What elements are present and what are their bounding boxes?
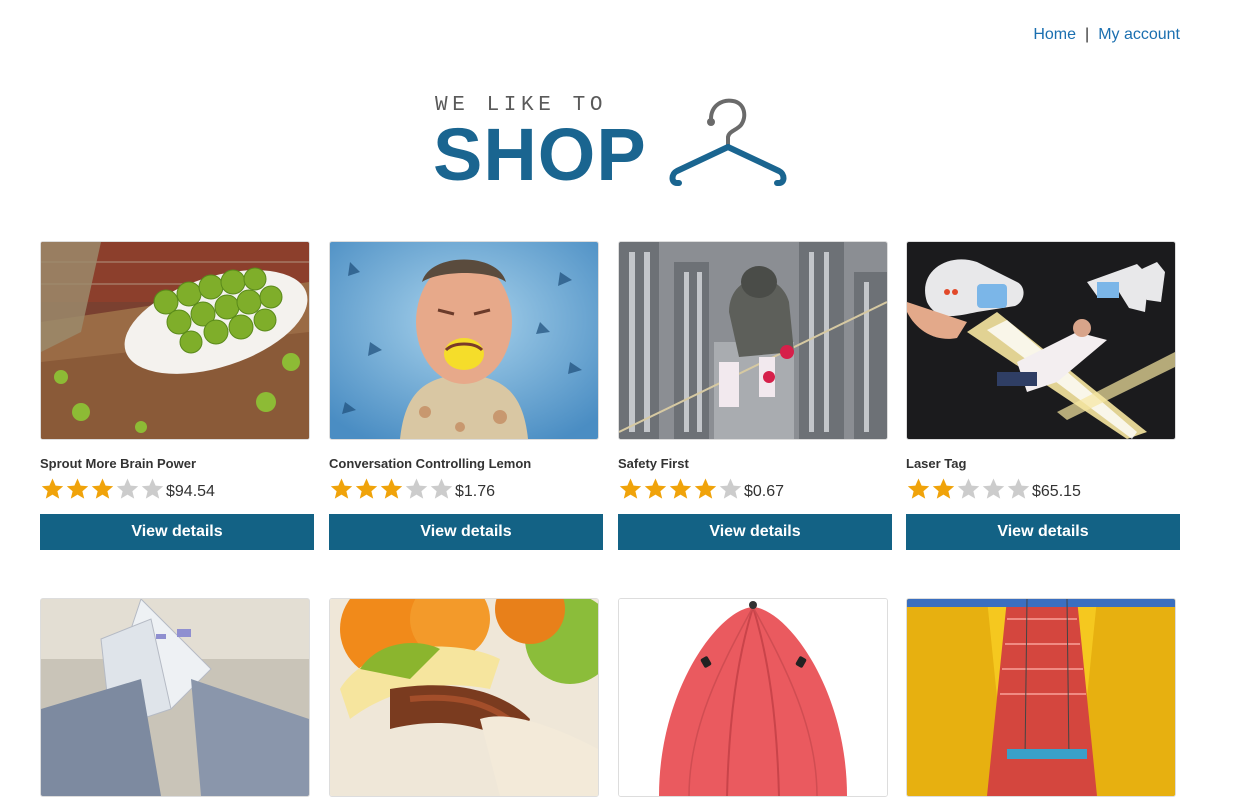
product-title[interactable]: Safety First bbox=[618, 456, 689, 471]
star-empty-icon bbox=[116, 478, 139, 499]
star-filled-icon bbox=[330, 478, 353, 499]
product-image[interactable] bbox=[329, 241, 599, 440]
product-rating: $94.54 bbox=[40, 476, 215, 502]
star-empty-icon bbox=[405, 478, 428, 499]
product-rating: $65.15 bbox=[906, 476, 1081, 502]
product-title[interactable]: Sprout More Brain Power bbox=[40, 456, 196, 471]
product-price: $1.76 bbox=[455, 483, 496, 500]
my-account-link[interactable]: My account bbox=[1098, 26, 1180, 43]
star-filled-icon bbox=[694, 478, 717, 499]
view-details-button[interactable]: View details bbox=[40, 514, 314, 550]
home-link[interactable]: Home bbox=[1033, 26, 1076, 43]
product-image[interactable] bbox=[40, 598, 310, 797]
star-filled-icon bbox=[66, 478, 89, 499]
site-logo[interactable]: WE LIKE TO SHOP bbox=[433, 92, 793, 192]
product-image[interactable] bbox=[906, 598, 1176, 797]
logo-wordmark: SHOP bbox=[433, 113, 647, 196]
product-image[interactable] bbox=[40, 241, 310, 440]
product-image[interactable] bbox=[618, 598, 888, 797]
nav-separator: | bbox=[1085, 26, 1090, 43]
top-nav: Home | My account bbox=[1033, 26, 1180, 44]
product-rating: $0.67 bbox=[618, 476, 784, 502]
view-details-button[interactable]: View details bbox=[906, 514, 1180, 550]
view-details-button[interactable]: View details bbox=[618, 514, 892, 550]
product-title[interactable]: Conversation Controlling Lemon bbox=[329, 456, 531, 471]
product-image[interactable] bbox=[329, 598, 599, 797]
product-card bbox=[906, 598, 1180, 797]
star-filled-icon bbox=[355, 478, 378, 499]
star-filled-icon bbox=[907, 478, 930, 499]
product-card bbox=[618, 598, 892, 797]
star-empty-icon bbox=[141, 478, 164, 499]
star-filled-icon bbox=[41, 478, 64, 499]
product-card: Safety First $0.67 View details bbox=[618, 241, 892, 550]
product-card: Conversation Controlling Lemon $1.76 Vie… bbox=[329, 241, 603, 550]
star-filled-icon bbox=[669, 478, 692, 499]
star-filled-icon bbox=[91, 478, 114, 499]
product-title[interactable]: Laser Tag bbox=[906, 456, 966, 471]
hanger-icon bbox=[669, 98, 787, 186]
product-card: Laser Tag $65.15 View details bbox=[906, 241, 1180, 550]
product-image[interactable] bbox=[618, 241, 888, 440]
star-empty-icon bbox=[430, 478, 453, 499]
star-filled-icon bbox=[932, 478, 955, 499]
star-filled-icon bbox=[619, 478, 642, 499]
star-empty-icon bbox=[982, 478, 1005, 499]
product-card bbox=[329, 598, 603, 797]
star-empty-icon bbox=[1007, 478, 1030, 499]
view-details-button[interactable]: View details bbox=[329, 514, 603, 550]
product-price: $94.54 bbox=[166, 483, 215, 500]
product-card: Sprout More Brain Power $94.54 View deta… bbox=[40, 241, 314, 550]
product-image[interactable] bbox=[906, 241, 1176, 440]
star-empty-icon bbox=[957, 478, 980, 499]
star-filled-icon bbox=[380, 478, 403, 499]
product-card bbox=[40, 598, 314, 797]
star-filled-icon bbox=[644, 478, 667, 499]
star-empty-icon bbox=[719, 478, 742, 499]
product-price: $65.15 bbox=[1032, 483, 1081, 500]
product-rating: $1.76 bbox=[329, 476, 495, 502]
product-price: $0.67 bbox=[744, 483, 785, 500]
